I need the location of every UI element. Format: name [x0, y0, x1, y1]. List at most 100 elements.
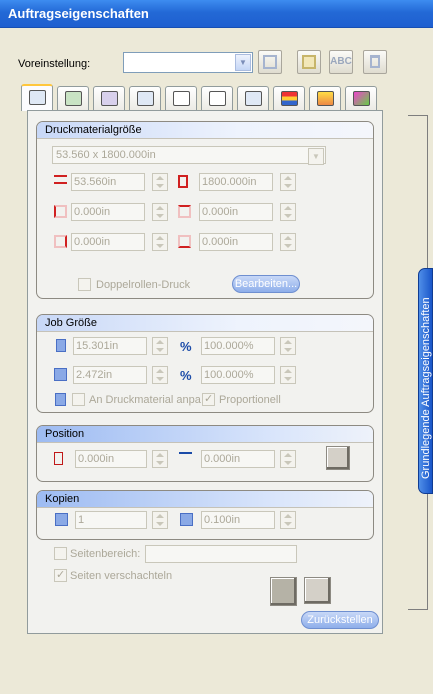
copies-spacing-field[interactable]: 0.100in: [201, 511, 275, 529]
window-title: Auftragseigenschaften: [8, 6, 149, 21]
rename-preset-button[interactable]: ABC: [329, 50, 353, 74]
copies-count-stepper[interactable]: [152, 511, 168, 529]
layers-icon: [281, 91, 298, 106]
tab-pen[interactable]: [345, 86, 377, 110]
job-height-stepper[interactable]: [152, 366, 168, 384]
pen-icon: [353, 91, 370, 106]
job-width-stepper[interactable]: [152, 337, 168, 355]
margin-left-stepper[interactable]: [152, 203, 168, 221]
layout-square-button[interactable]: [304, 577, 331, 604]
tab-stack[interactable]: [309, 86, 341, 110]
cut-icon: [173, 91, 190, 106]
margin-right-field[interactable]: 0.000in: [71, 233, 145, 251]
media-size-select[interactable]: 53.560 x 1800.000in ▼: [52, 146, 326, 165]
double-roll-checkbox[interactable]: [78, 278, 91, 291]
job-height-field[interactable]: 2.472in: [73, 366, 147, 384]
tab-cut[interactable]: [165, 86, 197, 110]
margin-top-icon: [178, 205, 191, 218]
media-height-field[interactable]: 1800.000in: [199, 173, 273, 191]
fit-media-checkbox[interactable]: [72, 393, 85, 406]
side-tab-label: Grundlegende Auftragseigenschaften: [420, 297, 432, 479]
preset-label: Voreinstellung:: [18, 58, 91, 70]
tab-quality[interactable]: [93, 86, 125, 110]
edit-button[interactable]: Bearbeiten...: [232, 275, 300, 293]
width-arrow-icon: [54, 175, 67, 184]
page-range-label: Seitenbereich:: [70, 548, 141, 560]
nest-pages-label: Seiten verschachteln: [70, 570, 173, 582]
tiling-icon: [209, 91, 226, 106]
proportional-label: Proportionell: [219, 394, 281, 406]
media-icon: [137, 91, 154, 106]
position-y-stepper[interactable]: [280, 450, 296, 468]
tab-strip: [21, 84, 401, 111]
position-anchor-button[interactable]: [326, 446, 350, 470]
color-icon: [65, 91, 82, 106]
position-x-field[interactable]: 0.000in: [75, 450, 147, 468]
marks-icon: [245, 91, 262, 106]
tab-tiling[interactable]: [201, 86, 233, 110]
fit-media-label: An Druckmaterial anpa: [89, 394, 201, 406]
media-width-stepper[interactable]: [152, 173, 168, 191]
trash-icon: [370, 55, 380, 68]
tab-media[interactable]: [129, 86, 161, 110]
job-size-title: Job Größe: [37, 315, 373, 332]
margin-right-icon: [54, 235, 67, 248]
media-width-field[interactable]: 53.560in: [71, 173, 145, 191]
tab-marks[interactable]: [237, 86, 269, 110]
position-y-icon: [179, 452, 192, 462]
copies-count-field[interactable]: 1: [75, 511, 147, 529]
position-x-stepper[interactable]: [152, 450, 168, 468]
tab-print-settings[interactable]: [21, 84, 53, 111]
margin-bottom-field[interactable]: 0.000in: [199, 233, 273, 251]
height-percent-symbol: %: [180, 368, 192, 383]
double-roll-label: Doppelrollen-Druck: [96, 279, 191, 291]
job-width-percent-stepper[interactable]: [280, 337, 296, 355]
height-arrow-icon: [178, 175, 188, 188]
margin-right-stepper[interactable]: [152, 233, 168, 251]
side-divider: [408, 115, 428, 116]
margin-bottom-icon: [178, 235, 191, 248]
job-height-percent-field[interactable]: 100.000%: [201, 366, 275, 384]
preset-combo[interactable]: ▼: [123, 52, 253, 73]
floppy-disk-yellow-icon: [302, 55, 316, 69]
reset-button[interactable]: Zurückstellen: [301, 611, 379, 629]
tab-layers[interactable]: [273, 86, 305, 110]
margin-top-stepper[interactable]: [280, 203, 296, 221]
job-width-field[interactable]: 15.301in: [73, 337, 147, 355]
copies-icon: [55, 513, 68, 526]
page-range-input[interactable]: [145, 545, 297, 563]
copies-spacing-stepper[interactable]: [280, 511, 296, 529]
copies-spacing-icon: [180, 513, 193, 526]
position-title: Position: [37, 426, 373, 443]
delete-preset-button[interactable]: [363, 50, 387, 74]
media-height-stepper[interactable]: [280, 173, 296, 191]
position-y-field[interactable]: 0.000in: [201, 450, 275, 468]
job-width-percent-field[interactable]: 100.000%: [201, 337, 275, 355]
quality-icon: [101, 91, 118, 106]
job-height-percent-stepper[interactable]: [280, 366, 296, 384]
margin-left-field[interactable]: 0.000in: [71, 203, 145, 221]
page-range-checkbox[interactable]: [54, 547, 67, 560]
proportional-checkbox[interactable]: [202, 392, 215, 406]
save-as-preset-button[interactable]: [297, 50, 321, 74]
side-divider: [408, 609, 428, 610]
rename-label: ABC: [330, 56, 352, 67]
stack-icon: [317, 91, 334, 106]
chevron-down-icon[interactable]: ▼: [308, 148, 324, 165]
position-x-icon: [54, 452, 63, 465]
job-height-icon: [54, 368, 67, 381]
fit-media-icon: [55, 393, 66, 406]
tab-color[interactable]: [57, 86, 89, 110]
margin-top-field[interactable]: 0.000in: [199, 203, 273, 221]
save-preset-button[interactable]: [258, 50, 282, 74]
chevron-down-icon[interactable]: ▼: [235, 54, 251, 71]
preview-square-button[interactable]: [270, 577, 297, 606]
margin-bottom-stepper[interactable]: [280, 233, 296, 251]
basic-properties-side-tab[interactable]: Grundlegende Auftragseigenschaften: [418, 268, 433, 494]
job-width-icon: [56, 339, 66, 352]
copies-title: Kopien: [37, 491, 373, 508]
media-size-title: Druckmaterialgröße: [37, 122, 373, 139]
nest-pages-checkbox[interactable]: [54, 568, 67, 582]
media-size-value: 53.560 x 1800.000in: [56, 149, 156, 161]
floppy-disk-icon: [263, 55, 277, 69]
